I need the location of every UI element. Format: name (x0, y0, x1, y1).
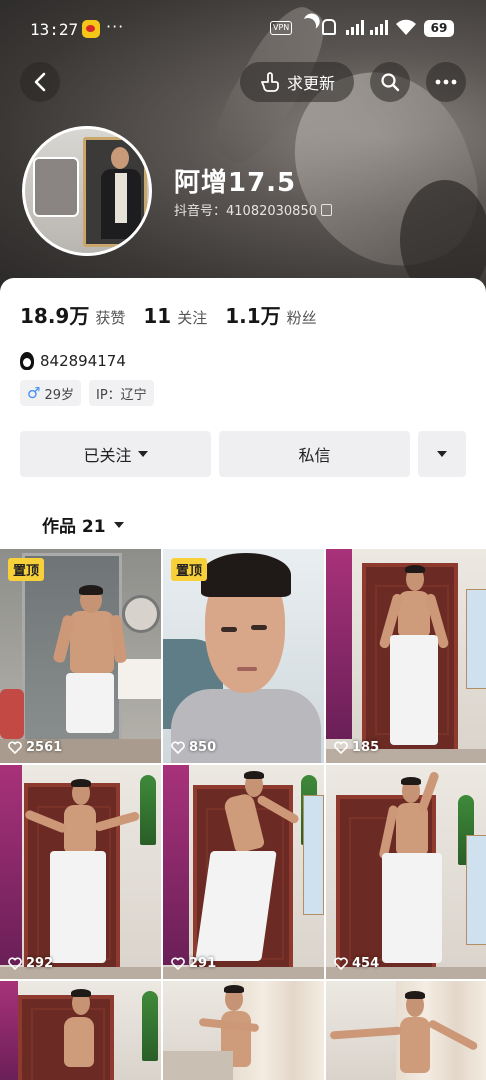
video-thumbnail[interactable]: 454 (326, 765, 486, 979)
profile-tags: ♂ 29岁 IP：辽宁 (20, 380, 154, 406)
message-button[interactable]: 私信 (219, 431, 410, 477)
heart-icon (171, 957, 185, 970)
status-time: 13:27 (30, 20, 79, 39)
avatar[interactable] (22, 126, 152, 256)
followed-label: 已关注 (83, 446, 132, 465)
like-count: 850 (171, 740, 216, 755)
works-tab-label: 作品 21 (42, 517, 106, 537)
stat-label: 获赞 (95, 309, 126, 327)
qq-icon (20, 352, 34, 370)
vpn-icon: VPN (270, 21, 293, 35)
qq-info: 842894174 (20, 352, 126, 370)
stat-value: 18.9万 (20, 304, 90, 328)
like-count-text: 185 (352, 740, 380, 755)
ip-text: IP：辽宁 (96, 387, 147, 403)
dropdown-icon (437, 451, 447, 457)
status-more: ··· (106, 17, 125, 36)
qq-number: 842894174 (40, 352, 126, 370)
stat-label: 关注 (177, 309, 208, 327)
dropdown-icon (137, 451, 148, 457)
video-thumbnail[interactable]: 置顶 2561 (0, 549, 161, 763)
male-icon: ♂ (27, 384, 41, 402)
like-count-text: 2561 (26, 740, 63, 755)
search-button[interactable] (370, 62, 410, 102)
stat-likes[interactable]: 18.9万 获赞 (20, 300, 125, 329)
age-text: 29岁 (44, 387, 74, 403)
message-label: 私信 (298, 446, 331, 465)
do-not-disturb-icon (298, 16, 319, 37)
profile-card: 18.9万 获赞 11 关注 1.1万 粉丝 842894174 ♂ 29岁 I… (0, 278, 486, 1080)
like-count: 291 (171, 956, 216, 971)
stat-value: 1.1万 (225, 304, 281, 328)
pinned-badge: 置顶 (8, 558, 45, 581)
video-thumbnail[interactable]: 185 (326, 549, 486, 763)
request-update-button[interactable]: 求更新 (240, 62, 354, 102)
recommend-dropdown-button[interactable] (418, 431, 466, 477)
copy-icon[interactable] (320, 203, 332, 216)
back-button[interactable] (20, 62, 60, 102)
profile-nickname: 阿增17.5 (174, 168, 297, 198)
cellular-signal-icon (346, 19, 364, 35)
like-count: 185 (334, 740, 379, 755)
like-count: 292 (8, 956, 53, 971)
cellular-signal-2-icon (370, 19, 388, 35)
video-thumbnail[interactable]: 292 (0, 765, 161, 979)
video-thumbnail[interactable] (163, 981, 324, 1080)
dropdown-icon (113, 521, 124, 528)
request-update-label: 求更新 (286, 74, 335, 93)
back-icon (34, 72, 46, 92)
douyin-id[interactable]: 抖音号：41082030850 (174, 200, 332, 219)
more-icon (435, 79, 457, 85)
video-thumbnail[interactable] (326, 981, 486, 1080)
stat-label: 粉丝 (286, 309, 317, 327)
like-count-text: 292 (26, 956, 54, 971)
gender-age-tag: ♂ 29岁 (20, 380, 81, 406)
pinned-badge: 置顶 (171, 558, 208, 581)
like-count-text: 850 (189, 740, 217, 755)
video-thumbnail[interactable] (0, 981, 161, 1080)
video-grid: 置顶 2561 置顶 850 185 292 291 454 (0, 549, 486, 1080)
heart-icon (8, 957, 22, 970)
heart-icon (334, 957, 348, 970)
wifi-icon (396, 19, 416, 35)
like-count-text: 291 (189, 956, 217, 971)
douyin-id-text: 抖音号：41082030850 (174, 204, 317, 219)
status-bar: 13:27 ··· VPN 69 (0, 0, 486, 58)
stat-followers[interactable]: 1.1万 粉丝 (225, 300, 316, 329)
hand-point-icon (261, 72, 279, 92)
alarm-icon (322, 19, 336, 35)
action-buttons: 已关注 私信 (20, 431, 466, 477)
heart-icon (8, 741, 22, 754)
like-count-text: 454 (352, 956, 380, 971)
more-button[interactable] (426, 62, 466, 102)
ip-tag: IP：辽宁 (89, 380, 154, 406)
search-icon (381, 73, 400, 92)
followed-button[interactable]: 已关注 (20, 431, 211, 477)
video-thumbnail[interactable]: 291 (163, 765, 324, 979)
weibo-icon (82, 20, 100, 38)
stats-row: 18.9万 获赞 11 关注 1.1万 粉丝 (20, 300, 317, 329)
heart-icon (171, 741, 185, 754)
stat-value: 11 (143, 304, 172, 328)
tab-works[interactable]: 作品 21 (42, 512, 124, 537)
video-thumbnail[interactable]: 置顶 850 (163, 549, 324, 763)
like-count: 2561 (8, 740, 62, 755)
stat-following[interactable]: 11 关注 (143, 304, 207, 328)
like-count: 454 (334, 956, 379, 971)
heart-icon (334, 741, 348, 754)
battery-indicator: 69 (424, 20, 454, 37)
